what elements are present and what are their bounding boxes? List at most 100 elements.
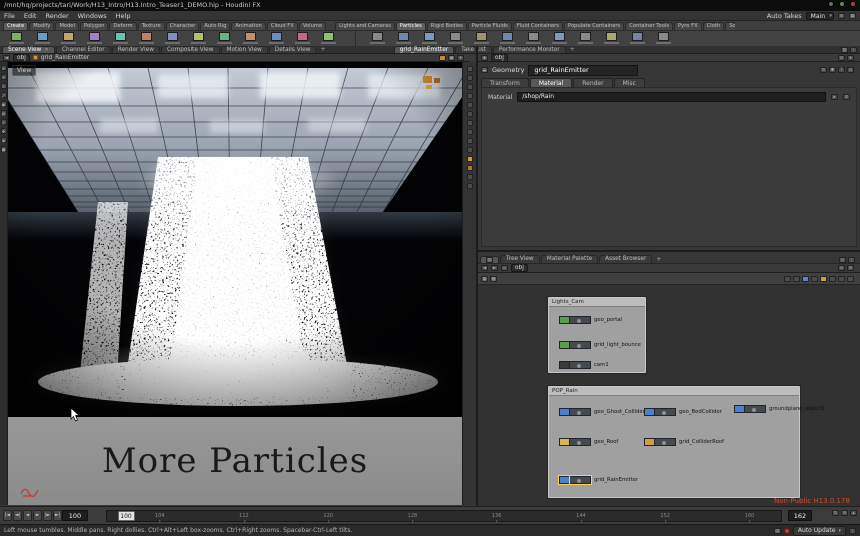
scale-icon[interactable]: ⤢ — [1, 92, 7, 98]
layout-icon[interactable]: ▩ — [490, 276, 497, 282]
node-geo_Ghost_Collider[interactable]: geo_Ghost_Collider — [559, 407, 645, 416]
shelf-tool-icon[interactable] — [651, 32, 675, 44]
shelf-tool-icon[interactable] — [134, 32, 158, 44]
plus-icon[interactable]: + — [653, 256, 664, 263]
viewport-display-icon[interactable] — [467, 183, 473, 189]
close-icon[interactable]: × — [44, 47, 49, 54]
node-body[interactable] — [655, 408, 676, 416]
shelf-tab[interactable]: Volume — [299, 22, 326, 30]
shelf-tool-icon[interactable] — [521, 32, 545, 44]
node-body[interactable] — [570, 476, 591, 484]
shelf-tab[interactable]: Texture — [138, 22, 165, 30]
path-node-name[interactable]: grid_RainEmitter — [41, 55, 89, 61]
node-flag-icon[interactable] — [559, 438, 570, 446]
pin-icon[interactable]: ⊙ — [838, 55, 845, 61]
shelf-tool-icon[interactable] — [573, 32, 597, 44]
chevron-up-icon[interactable]: ▴ — [850, 510, 857, 516]
shelf-tab[interactable]: Cloud FX — [267, 22, 298, 30]
select-icon[interactable]: ➤ — [1, 65, 7, 71]
shelf-tab[interactable]: Polygon — [80, 22, 108, 30]
shelf-tab[interactable]: Cloth — [703, 22, 725, 30]
node-flag-icon[interactable] — [33, 55, 38, 60]
snapshot-icon[interactable] — [439, 55, 446, 61]
pane-tab[interactable]: Asset Browser — [599, 255, 652, 263]
node-cam1[interactable]: cam1 — [559, 360, 609, 369]
loop-icon[interactable]: ↻ — [832, 510, 839, 516]
viewport-display-icon[interactable] — [467, 102, 473, 108]
viewport-display-icon[interactable] — [467, 93, 473, 99]
node-flag-icon[interactable] — [559, 316, 570, 324]
shelf-tool-icon[interactable] — [365, 32, 389, 44]
close-icon[interactable] — [850, 1, 856, 7]
shelf-tool-icon[interactable] — [625, 32, 649, 44]
network-display-icon[interactable] — [811, 276, 818, 282]
network-box-Lights_Cam[interactable]: Lights_Cam geo_portal grid_light_bounce … — [548, 297, 646, 373]
network-box-POP_Rain[interactable]: POP_Rain geo_Ghost_Collider geo_BedColli… — [548, 386, 800, 498]
scene-viewport[interactable]: View More Particles — [8, 62, 462, 505]
shelf-tab[interactable]: Fluid Containers — [513, 22, 563, 30]
menu-windows[interactable]: Windows — [78, 12, 107, 20]
node-body[interactable] — [570, 341, 591, 349]
node-name-field[interactable]: grid_RainEmitter — [528, 65, 638, 76]
shelf-tab[interactable]: Animation — [231, 22, 265, 30]
shelf-tool-icon[interactable] — [290, 32, 314, 44]
network-display-icon[interactable] — [820, 276, 827, 282]
pin-icon[interactable]: ⊙ — [847, 67, 854, 73]
shelf-tool-icon[interactable] — [316, 32, 340, 44]
shelf-tab[interactable]: Particles — [396, 22, 426, 30]
shelf-tool-icon[interactable] — [160, 32, 184, 44]
rotate-icon[interactable]: ↻ — [1, 83, 7, 89]
jump-icon[interactable]: ↻ — [820, 67, 827, 73]
viewport-display-icon[interactable] — [467, 129, 473, 135]
viewport-display-icon[interactable] — [467, 84, 473, 90]
shelf-tab[interactable]: Populate Containers — [564, 22, 624, 30]
material-value-field[interactable]: /shop/Rain — [517, 92, 826, 102]
path-root-chip[interactable]: obj — [13, 54, 30, 62]
view-tool-icon[interactable]: ◎ — [1, 119, 7, 125]
pane-tab[interactable]: Tree View — [500, 255, 540, 263]
end-frame-field[interactable]: 162 — [788, 510, 812, 521]
help-icon[interactable]: ? — [838, 67, 845, 73]
back-icon[interactable]: ◄ — [481, 265, 488, 271]
auto-takes-label[interactable]: Auto Takes — [767, 12, 802, 20]
viewport-display-icon[interactable] — [467, 75, 473, 81]
shelf-tool-icon[interactable] — [469, 32, 493, 44]
viewport-display-icon[interactable] — [467, 120, 473, 126]
key-icon[interactable]: ◆ — [1, 137, 7, 143]
shelf-tab[interactable]: Auto Rig — [200, 22, 230, 30]
node-body[interactable] — [570, 316, 591, 324]
pin-icon[interactable]: ⊙ — [838, 265, 845, 271]
pane-tab[interactable]: Take List — [455, 46, 492, 53]
list-icon[interactable]: ≡ — [847, 265, 854, 271]
pane-tab[interactable]: Motion View — [221, 46, 268, 53]
pane-tab[interactable]: Performance Monitor — [493, 46, 566, 53]
shelf-tab[interactable]: Solid — [725, 22, 735, 30]
pane-tab[interactable]: grid_RainEmitter — [394, 46, 454, 53]
misc-tool-icon[interactable]: ■ — [1, 146, 7, 152]
gear-icon[interactable]: ✱ — [829, 67, 836, 73]
node-flag-icon[interactable] — [559, 408, 570, 416]
network-box-title[interactable]: POP_Rain — [549, 387, 799, 396]
shelf-tool-icon[interactable] — [264, 32, 288, 44]
node-body[interactable] — [570, 408, 591, 416]
shelf-tool-icon[interactable] — [417, 32, 441, 44]
node-flag-icon[interactable] — [644, 438, 655, 446]
shelf-tool-icon[interactable] — [108, 32, 132, 44]
menu-help[interactable]: Help — [116, 12, 131, 20]
shelf-tool-icon[interactable] — [212, 32, 236, 44]
pose-icon[interactable]: ● — [1, 101, 7, 107]
node-body[interactable] — [655, 438, 676, 446]
pane-tab[interactable]: Composite View — [161, 46, 220, 53]
network-box-title[interactable]: Lights_Cam — [549, 298, 645, 307]
snap-icon[interactable]: ▦ — [1, 110, 7, 116]
node-flag-icon[interactable] — [644, 408, 655, 416]
viewport-display-icon[interactable] — [467, 165, 473, 171]
current-frame-field[interactable]: 100 — [62, 510, 88, 521]
message-log-icon[interactable]: ▤ — [774, 528, 781, 534]
step-back-icon[interactable]: ◄| — [13, 510, 22, 521]
shelf-tool-icon[interactable] — [4, 32, 28, 44]
network-display-icon[interactable] — [838, 276, 845, 282]
node-groundplane_object1[interactable]: groundplane_object1 — [734, 404, 825, 413]
timeline-ruler[interactable]: 100 104112120128136144152160 — [106, 510, 782, 522]
shelf-tab[interactable]: Lights and Cameras — [335, 22, 395, 30]
